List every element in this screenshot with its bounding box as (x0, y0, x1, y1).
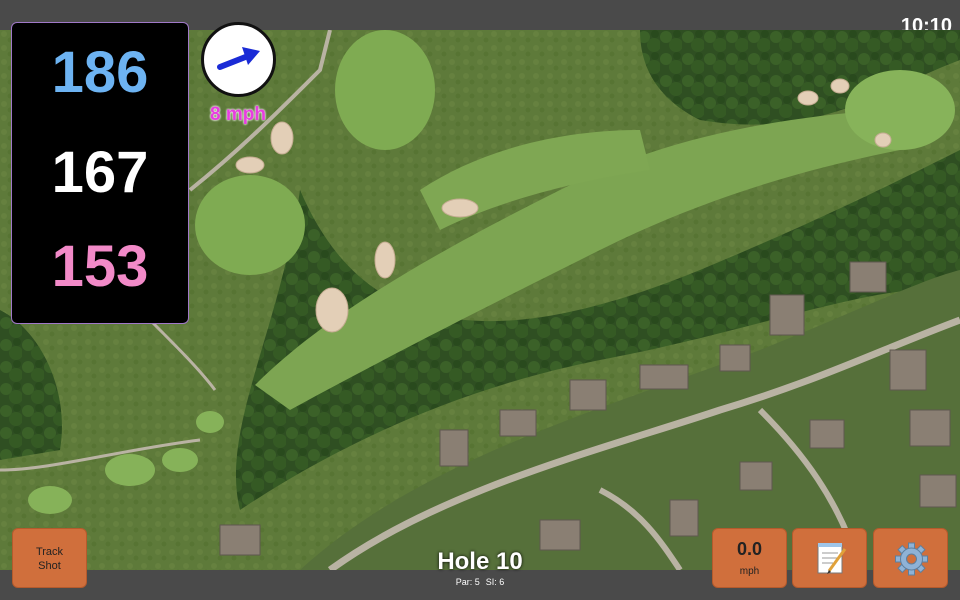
speed-unit: mph (739, 566, 760, 577)
back-distance: 153 (51, 234, 149, 299)
hole-meta: Par: 5 SI: 6 (380, 577, 580, 588)
middle-distance: 167 (51, 140, 149, 205)
speed-button[interactable]: 0.0 mph (712, 528, 787, 588)
gear-icon (895, 542, 928, 576)
front-distance: 186 (51, 40, 149, 105)
si-label: SI: 6 (485, 577, 505, 587)
notepad-icon (817, 543, 847, 574)
track-shot-button[interactable]: Track Shot (12, 528, 87, 588)
hole-title: Hole 10 (437, 548, 523, 575)
par-label: Par: 5 (455, 577, 480, 587)
wind-speed-label: 8 mph (210, 104, 266, 125)
wind-direction-badge (201, 22, 276, 97)
settings-button[interactable] (873, 528, 948, 588)
speed-value: 0.0 (736, 539, 763, 559)
notes-button[interactable] (792, 528, 867, 588)
track-shot-label: Track Shot (35, 546, 64, 572)
distance-panel: 186 167 153 (11, 22, 189, 324)
arrow-icon (217, 47, 260, 70)
